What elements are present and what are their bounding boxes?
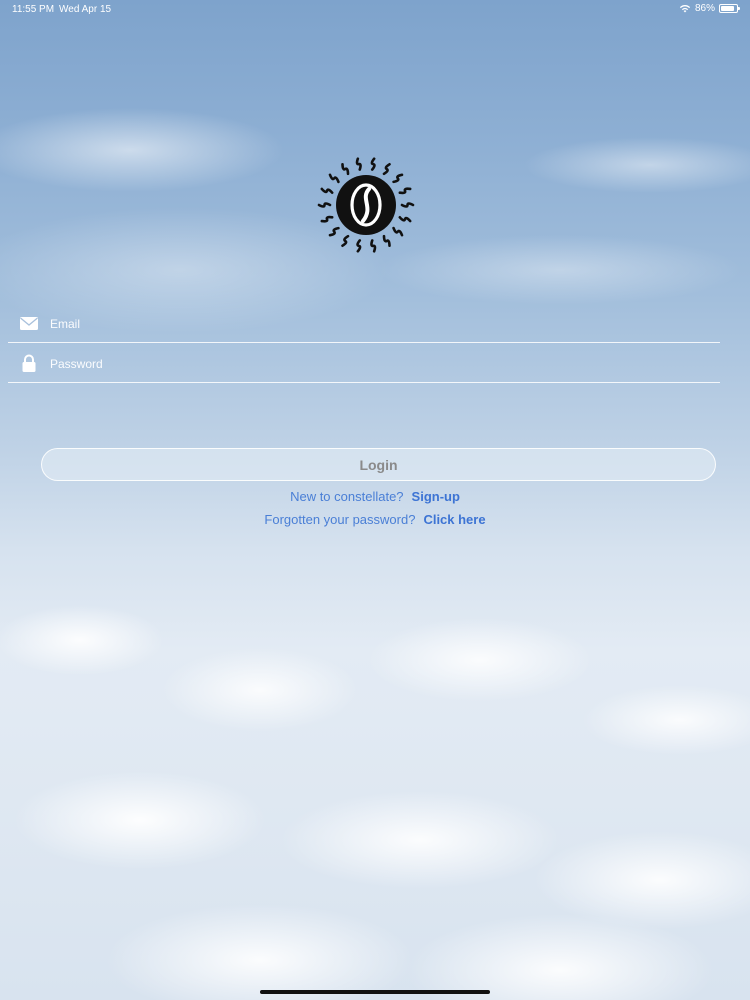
login-button[interactable]: Login — [41, 448, 716, 481]
forgot-password-line: Forgotten your password? Click here — [0, 512, 750, 527]
logo-ray — [382, 234, 391, 247]
signup-link[interactable]: Sign-up — [412, 489, 460, 504]
logo-ray — [328, 226, 340, 237]
home-indicator[interactable] — [260, 990, 490, 994]
logo-ray — [392, 226, 404, 237]
logo-ray — [398, 187, 412, 195]
password-input[interactable] — [48, 352, 692, 376]
logo-ray — [398, 216, 412, 223]
logo-ray — [400, 202, 415, 208]
battery-level — [721, 6, 734, 11]
password-field — [8, 342, 720, 383]
logo-ray — [317, 202, 332, 208]
battery-icon — [719, 4, 740, 13]
battery-percent: 86% — [694, 3, 715, 14]
lock-icon — [22, 354, 36, 372]
signup-prompt: New to constellate? — [290, 489, 404, 504]
status-time: 11:55 PM — [12, 4, 55, 15]
logo-ray — [320, 187, 334, 194]
logo-ray — [382, 163, 391, 176]
logo-ray — [356, 239, 362, 253]
email-input[interactable] — [48, 312, 692, 336]
wifi-icon — [679, 4, 691, 13]
logo-ray — [328, 173, 340, 184]
status-bar: 11:55 PM Wed Apr 15 86% — [0, 0, 750, 20]
logo-ray — [355, 157, 362, 171]
logo-ray — [341, 234, 350, 247]
sun-logo-icon — [317, 157, 415, 253]
email-field — [8, 302, 720, 343]
status-indicators: 86% — [679, 3, 740, 14]
cloud-background — [0, 520, 750, 1000]
envelope-icon — [20, 317, 38, 330]
logo-ray — [370, 157, 376, 171]
logo-ray — [370, 239, 377, 253]
logo-ray — [392, 173, 404, 184]
logo-ray — [320, 215, 334, 223]
forgot-password-prompt: Forgotten your password? — [264, 512, 416, 527]
signup-line: New to constellate? Sign-up — [0, 489, 750, 504]
forgot-password-link[interactable]: Click here — [423, 512, 485, 527]
status-date: Wed Apr 15 — [59, 4, 112, 15]
logo-ray — [341, 163, 350, 176]
